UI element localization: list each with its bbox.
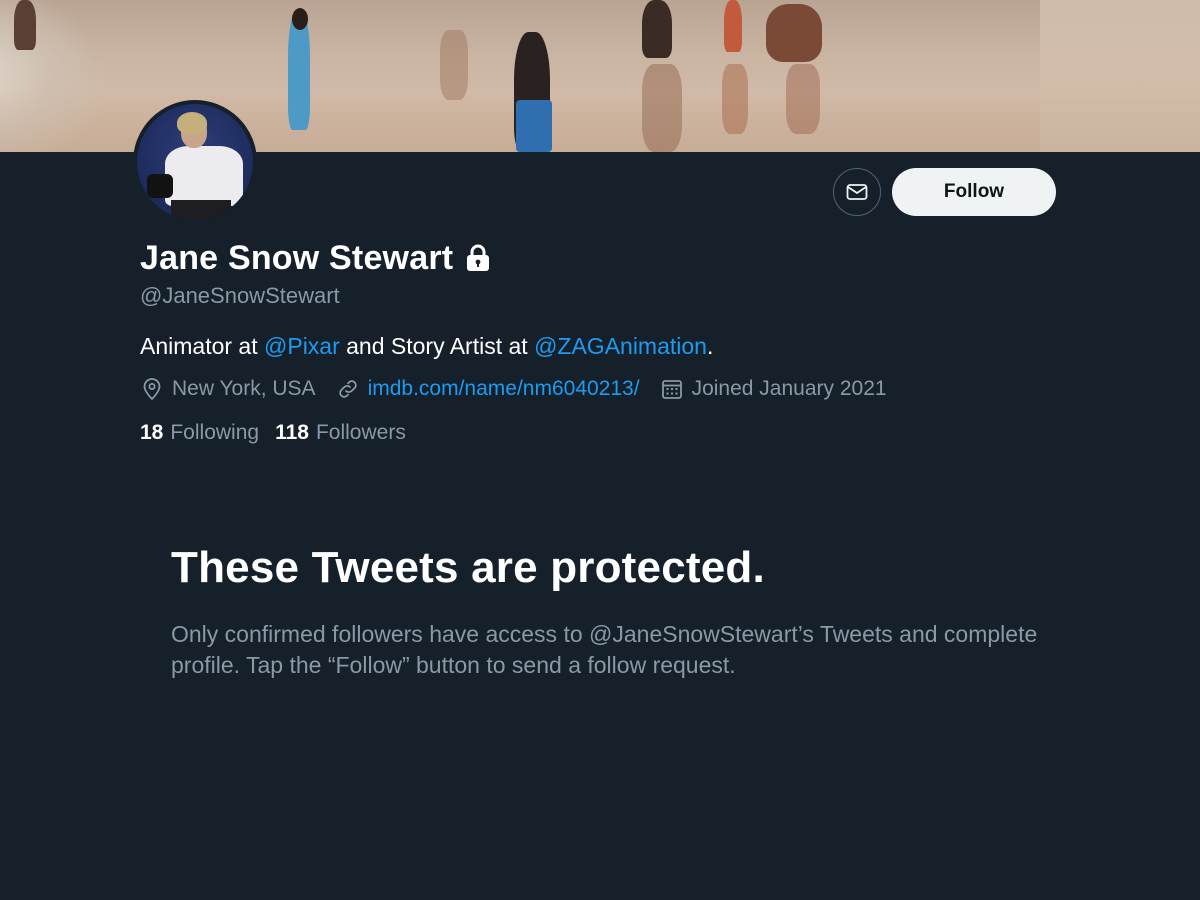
- link-icon: [336, 377, 360, 401]
- following-label: Following: [170, 421, 260, 444]
- profile-display-name: Jane Snow Stewart: [140, 238, 454, 277]
- profile-location: New York, USA: [140, 377, 316, 401]
- banner-figure: [14, 0, 36, 50]
- following-stat[interactable]: 18 Following: [140, 421, 259, 445]
- banner-figure: [292, 8, 308, 30]
- avatar-shirt: [165, 146, 243, 206]
- message-button[interactable]: [833, 168, 881, 216]
- profile-handle: @JaneSnowStewart: [140, 283, 340, 308]
- follow-button[interactable]: Follow: [892, 168, 1056, 216]
- banner-figure: [766, 4, 822, 62]
- website-link[interactable]: imdb.com/name/nm6040213/: [368, 377, 640, 401]
- calendar-icon: [660, 377, 684, 401]
- avatar-hair: [177, 112, 207, 134]
- bio-mention-pixar[interactable]: @Pixar: [264, 333, 340, 359]
- banner-reflection: [722, 64, 748, 134]
- envelope-icon: [845, 180, 869, 204]
- lock-icon: [465, 243, 491, 273]
- profile-stats: 18 Following 118 Followers: [140, 419, 422, 447]
- profile-website[interactable]: imdb.com/name/nm6040213/: [336, 377, 640, 401]
- banner-reflection: [786, 64, 820, 134]
- profile-joined: Joined January 2021: [660, 377, 887, 401]
- avatar-camera: [147, 174, 173, 198]
- banner-dry-sand: [1040, 0, 1200, 152]
- profile-avatar[interactable]: [133, 100, 257, 224]
- bio-mention-zaganimation[interactable]: @ZAGAnimation: [534, 333, 707, 359]
- following-count: 18: [140, 421, 164, 444]
- bio-text: and Story Artist at: [339, 333, 535, 359]
- bio-text: Animator at: [140, 333, 264, 359]
- location-text: New York, USA: [172, 377, 316, 400]
- banner-reflection: [440, 30, 468, 100]
- followers-label: Followers: [315, 421, 406, 444]
- joined-text: Joined January 2021: [691, 377, 887, 400]
- profile-bio: Animator at @Pixar and Story Artist at @…: [140, 333, 713, 360]
- location-pin-icon: [140, 377, 164, 401]
- followers-count: 118: [275, 421, 309, 444]
- banner-figure: [642, 0, 672, 58]
- followers-stat[interactable]: 118 Followers: [275, 421, 406, 445]
- profile-meta: New York, USA imdb.com/name/nm6040213/ J…: [140, 374, 907, 404]
- protected-body: Only confirmed followers have access to …: [171, 621, 1038, 678]
- bio-text: .: [706, 333, 714, 359]
- profile-name-row: Jane Snow Stewart: [140, 236, 491, 280]
- protected-title: These Tweets are protected.: [171, 543, 765, 592]
- banner-figure: [516, 100, 552, 152]
- banner-reflection: [642, 64, 682, 152]
- banner-figure: [724, 0, 742, 52]
- avatar-pants: [171, 200, 231, 220]
